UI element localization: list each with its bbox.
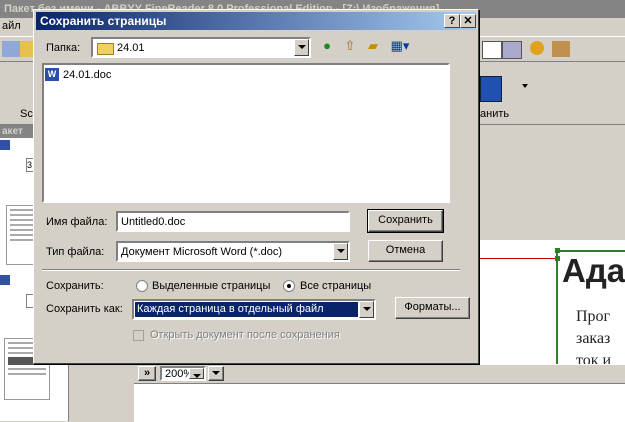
menu-file[interactable]: айл xyxy=(2,20,21,32)
file-name: 24.01.doc xyxy=(63,69,112,81)
help-button[interactable]: ? xyxy=(444,14,460,28)
formats-button[interactable]: Форматы... xyxy=(395,297,470,319)
chevron-down-icon[interactable] xyxy=(189,368,204,379)
doc-line: Прог xyxy=(576,308,611,325)
open-after-label: Открыть документ после сохранения xyxy=(150,329,340,341)
vertical-scrollbar[interactable] xyxy=(115,364,133,421)
divider xyxy=(42,269,460,271)
folder-value: 24.01 xyxy=(117,42,145,54)
folder-icon xyxy=(97,43,114,55)
nav-expand-button[interactable]: » xyxy=(138,366,156,381)
doc-paragraph: Прог заказ ток и xyxy=(576,306,611,372)
layout-icon[interactable] xyxy=(482,41,502,59)
filename-input[interactable]: Untitled0.doc xyxy=(116,211,350,232)
folder-label: Папка: xyxy=(46,42,81,54)
filename-value: Untitled0.doc xyxy=(121,216,186,228)
radio-selected-label[interactable]: Выделенные страницы xyxy=(152,280,270,292)
save-scope-label: Сохранить: xyxy=(46,280,104,292)
document-icon[interactable] xyxy=(2,41,20,57)
block-handle[interactable] xyxy=(555,248,560,253)
up-folder-icon[interactable]: ⇧ xyxy=(341,38,359,54)
cancel-button[interactable]: Отмена xyxy=(368,240,443,262)
book-icon[interactable] xyxy=(552,41,570,57)
selection-line xyxy=(470,258,558,259)
save-disk-icon[interactable] xyxy=(480,76,502,102)
doc-line: заказ xyxy=(576,330,611,347)
back-icon[interactable]: ● xyxy=(318,38,336,54)
save-as-select[interactable]: Каждая страница в отдельный файл xyxy=(132,299,376,320)
dialog-title-bar[interactable]: Сохранить страницы ? ✕ xyxy=(36,12,476,30)
word-doc-icon: W xyxy=(45,68,59,81)
filetype-select[interactable]: Документ Microsoft Word (*.doc) xyxy=(116,241,350,262)
chevron-down-icon[interactable] xyxy=(333,243,348,260)
save-pages-dialog: Сохранить страницы ? ✕ Папка: 24.01 ● ⇧ … xyxy=(33,9,479,364)
chevron-down-icon[interactable] xyxy=(359,301,374,318)
radio-all-label[interactable]: Все страницы xyxy=(300,280,371,292)
folder-select[interactable]: 24.01 xyxy=(91,37,311,58)
view-menu-icon[interactable]: ▦▾ xyxy=(387,38,413,54)
block-handle[interactable] xyxy=(555,256,560,261)
save-button[interactable]: Сохранить xyxy=(367,209,444,233)
chevron-down-icon[interactable] xyxy=(294,39,309,56)
table-icon[interactable] xyxy=(502,41,522,59)
open-after-checkbox[interactable] xyxy=(133,330,144,341)
filetype-label: Тип файла: xyxy=(46,246,105,258)
options-icon[interactable] xyxy=(530,41,544,55)
radio-selected-pages[interactable] xyxy=(136,280,148,292)
file-list[interactable]: W 24.01.doc xyxy=(42,63,450,203)
zoom-select[interactable]: 200% xyxy=(160,366,206,381)
scan-button-label[interactable]: Sc xyxy=(20,108,33,120)
page-list-icon xyxy=(0,275,10,285)
zoom-dropdown-button[interactable] xyxy=(208,366,224,381)
new-folder-icon[interactable]: ▰ xyxy=(364,38,382,54)
page-list-icon xyxy=(0,140,10,150)
filetype-value: Документ Microsoft Word (*.doc) xyxy=(121,246,283,258)
save-dropdown-icon[interactable] xyxy=(522,84,528,88)
save-button-label[interactable]: анить xyxy=(480,108,509,120)
close-button[interactable]: ✕ xyxy=(460,14,476,28)
dialog-title: Сохранить страницы xyxy=(40,14,167,28)
zoom-view[interactable] xyxy=(134,383,625,422)
save-as-value: Каждая страница в отдельный файл xyxy=(137,303,324,315)
zoom-toolbar: » 200% xyxy=(134,364,625,383)
filename-label: Имя файла: xyxy=(46,216,108,228)
radio-all-pages[interactable] xyxy=(283,280,295,292)
save-as-label: Сохранить как: xyxy=(46,303,123,315)
doc-heading: Ада xyxy=(562,252,625,289)
